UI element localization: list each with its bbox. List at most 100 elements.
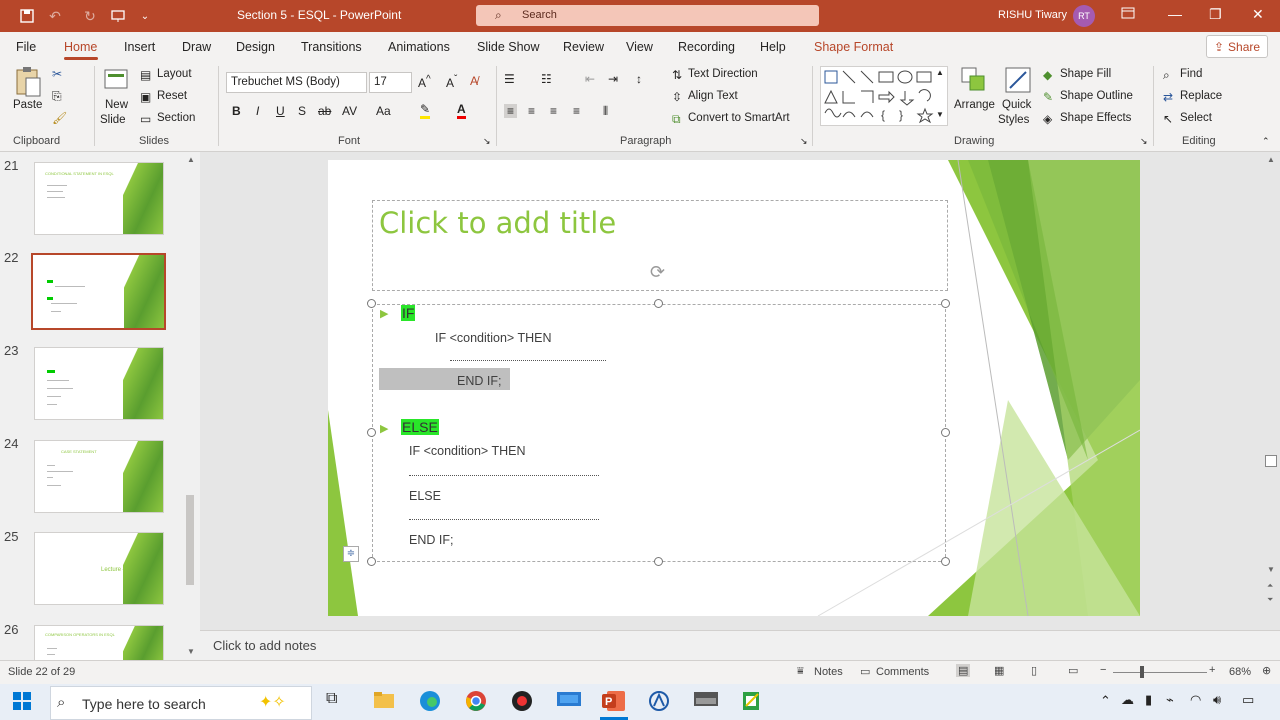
quick-styles-label2[interactable]: Styles — [998, 114, 1029, 126]
resize-handle[interactable] — [941, 428, 950, 437]
copy-icon[interactable]: ⎘ — [52, 89, 62, 104]
autofit-options-icon[interactable]: ≑ — [343, 546, 359, 562]
section-button[interactable]: Section — [157, 112, 195, 124]
notes-toggle[interactable]: Notes — [814, 666, 843, 678]
collapse-ribbon-icon[interactable]: ⌃ — [1262, 136, 1270, 147]
rotate-handle-icon[interactable]: ⟳ — [650, 262, 665, 283]
windows-start-icon[interactable] — [13, 692, 31, 713]
format-painter-icon[interactable]: 🖌 — [52, 111, 67, 125]
align-left-icon[interactable]: ≡ — [504, 104, 518, 118]
resize-handle[interactable] — [941, 557, 950, 566]
justify-icon[interactable]: ≡ — [573, 104, 580, 118]
quick-styles-icon[interactable] — [1004, 66, 1032, 94]
close-icon[interactable]: ✕ — [1252, 6, 1264, 23]
customize-qat-icon[interactable]: ⌄ — [135, 6, 155, 26]
line-spacing-icon[interactable]: ↕ — [636, 72, 642, 86]
slide-thumbnail-24[interactable]: CASE STATEMENT — [34, 440, 164, 513]
slide-thumbnail-23[interactable] — [34, 347, 164, 420]
wifi-icon[interactable]: ◠ — [1190, 692, 1201, 708]
network-icon[interactable]: ⌁ — [1166, 692, 1174, 708]
resize-handle[interactable] — [367, 299, 376, 308]
resize-handle[interactable] — [367, 557, 376, 566]
next-slide-icon[interactable]: ⏷ — [1267, 595, 1273, 605]
tab-home[interactable]: Home — [64, 40, 97, 54]
search-box[interactable]: ⌕ Search — [476, 5, 819, 26]
slide-thumbnail-26[interactable]: COMPARISON OPERATORS IN ESQL — [34, 625, 164, 665]
slide-scrollbar[interactable]: ▲ ▼ ⏶ ⏷ — [1264, 155, 1278, 607]
text-direction-button[interactable]: Text Direction — [688, 68, 758, 80]
comments-toggle[interactable]: Comments — [876, 666, 929, 678]
shapes-gallery[interactable]: {} — [820, 66, 948, 126]
align-text-button[interactable]: Align Text — [688, 90, 738, 102]
resize-handle[interactable] — [941, 299, 950, 308]
taskbar-search[interactable]: ⌕ Type here to search ✦✧ — [50, 686, 312, 720]
scroll-down-icon[interactable]: ▼ — [1267, 565, 1275, 574]
increase-font-icon[interactable]: A^ — [418, 74, 431, 90]
slide-thumbnail-21[interactable]: CONDITIONAL STATEMENT IN ESQL — [34, 162, 164, 235]
tab-slide-show[interactable]: Slide Show — [477, 40, 540, 54]
new-slide-label2[interactable]: Slide — [100, 114, 126, 126]
reading-view-icon[interactable]: ▯ — [1031, 664, 1037, 677]
zoom-slider[interactable] — [1113, 672, 1207, 673]
shape-outline-button[interactable]: Shape Outline — [1060, 90, 1133, 102]
drawing-dialog-icon[interactable]: ↘ — [1140, 136, 1148, 147]
task-view-icon[interactable]: ⧉ — [326, 690, 350, 714]
notes-pane[interactable]: Click to add notes — [200, 630, 1280, 660]
redo-icon[interactable]: ↻ — [80, 6, 100, 26]
share-button[interactable]: ⇪ Share — [1206, 35, 1268, 58]
avatar[interactable]: RT — [1073, 5, 1095, 27]
align-right-icon[interactable]: ≡ — [550, 104, 557, 118]
notepad-icon[interactable] — [740, 690, 764, 714]
numbering-icon[interactable]: ☷ — [541, 72, 552, 86]
bullets-icon[interactable]: ☰ — [504, 72, 515, 86]
resize-handle[interactable] — [367, 428, 376, 437]
arrange-label[interactable]: Arrange — [954, 99, 995, 111]
align-center-icon[interactable]: ≡ — [528, 104, 535, 118]
slide-thumbnail-22[interactable] — [31, 253, 166, 330]
bold-button[interactable]: B — [232, 104, 241, 118]
tab-view[interactable]: View — [626, 40, 653, 54]
notifications-icon[interactable]: ▭ — [1242, 692, 1254, 708]
increase-indent-icon[interactable]: ⇥ — [608, 72, 618, 86]
font-dialog-icon[interactable]: ↘ — [483, 136, 491, 147]
tab-animations[interactable]: Animations — [388, 40, 450, 54]
shape-fill-button[interactable]: Shape Fill — [1060, 68, 1111, 80]
gallery-scroll-up-icon[interactable]: ▲ — [936, 68, 944, 77]
strikethrough-button[interactable]: ab — [318, 104, 331, 118]
italic-button[interactable]: I — [256, 104, 259, 118]
new-slide-icon[interactable] — [103, 66, 131, 94]
font-size-select[interactable]: 17 — [369, 72, 412, 93]
zoom-level[interactable]: 68% — [1229, 666, 1251, 678]
obs-icon[interactable] — [511, 690, 535, 714]
change-case-button[interactable]: Aa — [376, 104, 391, 118]
tab-recording[interactable]: Recording — [678, 40, 735, 54]
edge-icon[interactable] — [419, 690, 443, 714]
volume-icon[interactable]: 🔊︎ — [1213, 692, 1221, 708]
tab-draw[interactable]: Draw — [182, 40, 211, 54]
slide-canvas[interactable]: Click to add title ⟳ ▶ IF IF <condition>… — [328, 160, 1140, 616]
tab-design[interactable]: Design — [236, 40, 275, 54]
char-spacing-button[interactable]: AV — [342, 104, 357, 118]
highlight-icon[interactable]: ✎ — [420, 102, 431, 119]
tab-insert[interactable]: Insert — [124, 40, 155, 54]
onedrive-icon[interactable]: ☁ — [1121, 692, 1134, 708]
font-color-icon[interactable]: A — [457, 102, 466, 119]
tab-shape-format[interactable]: Shape Format — [814, 40, 893, 54]
slide-sorter-icon[interactable]: ▦ — [994, 664, 1004, 677]
present-icon[interactable] — [108, 6, 128, 26]
zoom-out-icon[interactable]: − — [1100, 664, 1106, 676]
file-explorer-icon[interactable] — [373, 690, 397, 714]
font-family-select[interactable]: Trebuchet MS (Body) — [226, 72, 367, 93]
save-icon[interactable] — [17, 6, 37, 26]
underline-button[interactable]: U — [276, 104, 285, 118]
powerpoint-icon[interactable]: P — [602, 690, 626, 714]
restore-icon[interactable]: ❐ — [1209, 6, 1222, 23]
tab-transitions[interactable]: Transitions — [301, 40, 362, 54]
decrease-font-icon[interactable]: Aˇ — [446, 74, 457, 90]
decrease-indent-icon[interactable]: ⇤ — [585, 72, 595, 86]
zoom-slider-thumb[interactable] — [1140, 666, 1144, 678]
previous-slide-icon[interactable]: ⏶ — [1267, 581, 1273, 591]
reset-button[interactable]: Reset — [157, 90, 187, 102]
chrome-icon[interactable] — [465, 690, 489, 714]
arrange-icon[interactable] — [960, 66, 988, 94]
